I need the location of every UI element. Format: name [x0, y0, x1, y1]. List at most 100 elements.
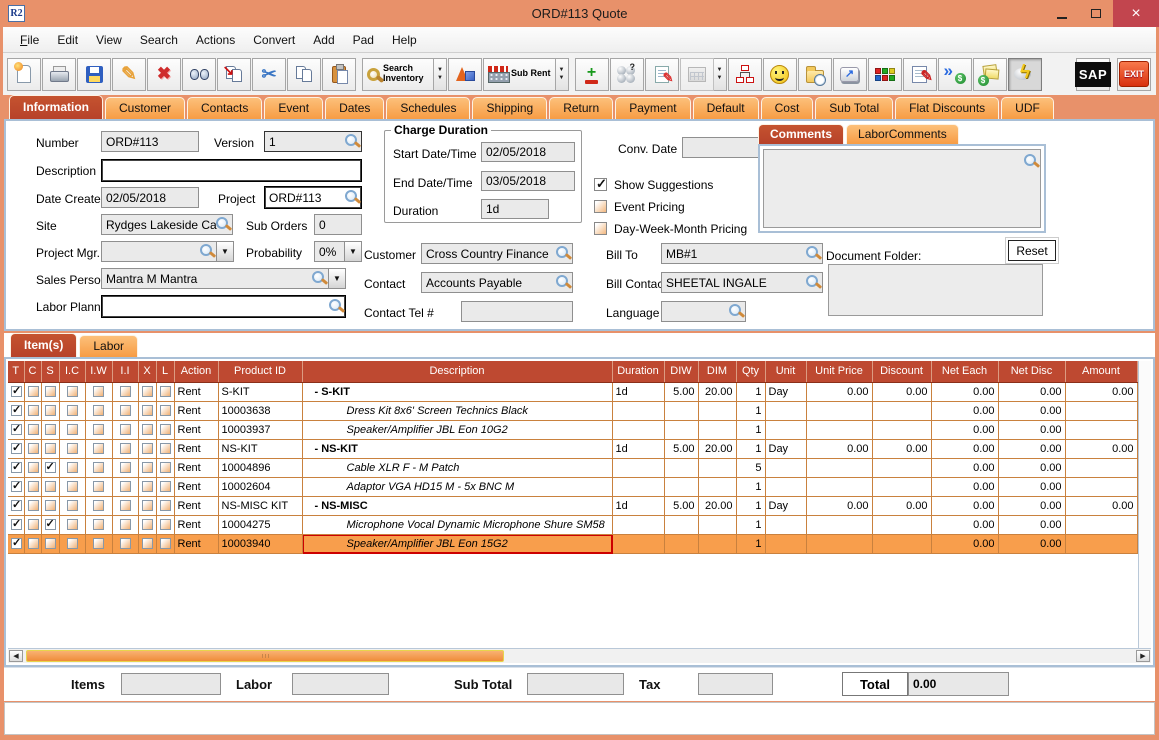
flag-checkbox[interactable]	[44, 405, 56, 416]
toolbar-find-button[interactable]	[182, 57, 216, 91]
cell-net-disc[interactable]: 0.00	[998, 420, 1066, 440]
tab-comments[interactable]: Comments	[758, 124, 845, 144]
flag-checkbox[interactable]	[93, 462, 104, 473]
toolbar-sub-rent-button[interactable]: Sub Rent	[483, 57, 556, 91]
cell-flag-l[interactable]	[156, 496, 175, 516]
flag-checkbox[interactable]	[11, 498, 22, 511]
cell-flag-t[interactable]	[8, 534, 25, 554]
table-row[interactable]: Rent10004275Microphone Vocal Dynamic Mic…	[8, 515, 1138, 535]
cell-description[interactable]: Speaker/Amplifier JBL Eon 15G2	[301, 533, 613, 554]
cell-flag-i-c[interactable]	[59, 439, 86, 459]
tab-cost[interactable]: Cost	[760, 97, 814, 119]
flag-checkbox[interactable]	[119, 481, 131, 492]
contact-field[interactable]: Accounts Payable	[421, 272, 573, 293]
search-icon[interactable]	[216, 216, 228, 229]
cell-duration[interactable]: 1d	[612, 439, 665, 459]
cell-flag-l[interactable]	[156, 439, 175, 459]
end-date-field[interactable]: 03/05/2018	[481, 171, 575, 191]
toolbar-file-history-button[interactable]	[797, 57, 832, 91]
search-icon[interactable]	[806, 274, 818, 287]
cell-flag-i-i[interactable]	[112, 496, 139, 516]
cell-flag-i-i[interactable]	[112, 439, 139, 459]
menu-file[interactable]: File	[11, 29, 48, 51]
cell-flag-t[interactable]	[8, 515, 25, 535]
cell-product-id[interactable]: 10003940	[218, 534, 303, 554]
column-header-i-c[interactable]: I.C	[59, 361, 86, 383]
cell-action[interactable]: Rent	[174, 420, 219, 440]
cell-amount[interactable]	[1065, 401, 1138, 421]
cell-amount[interactable]: 0.00	[1065, 382, 1138, 402]
flag-checkbox[interactable]	[27, 405, 39, 416]
cell-flag-s[interactable]	[41, 382, 60, 402]
cell-flag-i-w[interactable]	[85, 515, 113, 535]
comments-textarea[interactable]	[763, 149, 1041, 228]
cell-net-disc[interactable]: 0.00	[998, 401, 1066, 421]
bill-to-field[interactable]: MB#1	[661, 243, 823, 264]
cell-unit[interactable]: Day	[765, 439, 807, 459]
flag-checkbox[interactable]	[93, 519, 104, 530]
cell-unit-price[interactable]	[806, 477, 873, 497]
cell-diw[interactable]	[664, 515, 699, 535]
flag-checkbox[interactable]	[119, 386, 131, 397]
cell-product-id[interactable]: 10004896	[218, 458, 303, 478]
day-week-month-pricing-checkbox[interactable]	[594, 222, 607, 235]
cell-flag-i-i[interactable]	[112, 401, 139, 421]
cell-flag-c[interactable]	[24, 496, 42, 516]
cell-flag-x[interactable]	[138, 439, 157, 459]
maximize-button[interactable]	[1079, 0, 1113, 27]
cell-unit-price[interactable]	[806, 458, 873, 478]
flag-checkbox[interactable]	[66, 519, 78, 530]
toolbar-delete-button[interactable]: ✖	[147, 57, 181, 91]
cell-unit-price[interactable]	[806, 420, 873, 440]
column-header-i-i[interactable]: I.I	[112, 361, 139, 383]
cell-flag-l[interactable]	[156, 515, 175, 535]
table-row[interactable]: RentS-KIT- S-KIT1d5.0020.001Day0.000.000…	[8, 382, 1138, 402]
cell-flag-l[interactable]	[156, 382, 175, 402]
conv-date-field[interactable]	[682, 137, 768, 158]
flag-checkbox[interactable]	[44, 517, 56, 530]
cell-flag-x[interactable]	[138, 458, 157, 478]
cell-diw[interactable]	[664, 420, 699, 440]
flag-checkbox[interactable]	[141, 481, 153, 492]
flag-checkbox[interactable]	[44, 443, 56, 454]
column-header-i-w[interactable]: I.W	[85, 361, 113, 383]
cell-amount[interactable]	[1065, 420, 1138, 440]
cell-unit-price[interactable]	[806, 401, 873, 421]
column-header-dim[interactable]: DIM	[698, 361, 737, 383]
reset-button[interactable]: Reset	[1008, 240, 1056, 261]
cell-net-disc[interactable]: 0.00	[998, 534, 1066, 554]
cell-duration[interactable]	[612, 420, 665, 440]
cell-dim[interactable]	[698, 401, 737, 421]
cell-net-disc[interactable]: 0.00	[998, 382, 1066, 402]
cell-diw[interactable]	[664, 534, 699, 554]
cell-flag-t[interactable]	[8, 458, 25, 478]
cell-qty[interactable]: 1	[736, 439, 766, 459]
column-header-s[interactable]: S	[41, 361, 60, 383]
tab-event[interactable]: Event	[264, 97, 324, 119]
cell-product-id[interactable]: 10002604	[218, 477, 303, 497]
tab-laborcomments[interactable]: LaborComments	[846, 124, 959, 144]
cell-dim[interactable]	[698, 534, 737, 554]
flag-checkbox[interactable]	[11, 384, 22, 397]
flag-checkbox[interactable]	[119, 538, 131, 549]
toolbar-exit-button[interactable]: EXIT	[1117, 57, 1151, 91]
cell-product-id[interactable]: NS-MISC KIT	[218, 496, 303, 516]
cell-unit-price[interactable]: 0.00	[806, 439, 873, 459]
cell-net-each[interactable]: 0.00	[931, 534, 999, 554]
column-header-net-disc[interactable]: Net Disc	[998, 361, 1066, 383]
flag-checkbox[interactable]	[93, 386, 104, 397]
cell-description[interactable]: Speaker/Amplifier JBL Eon 10G2	[302, 420, 613, 440]
show-suggestions-checkbox[interactable]	[594, 176, 607, 192]
flag-checkbox[interactable]	[119, 500, 131, 511]
cell-flag-x[interactable]	[138, 477, 157, 497]
toolbar-exchange-dollar-button[interactable]: » $	[937, 57, 972, 91]
toolbar-quick-actions-button[interactable]: ϟ	[1007, 57, 1042, 91]
cell-unit[interactable]	[765, 534, 807, 554]
cell-qty[interactable]: 1	[736, 496, 766, 516]
menu-help[interactable]: Help	[383, 29, 426, 51]
toolbar-save-button[interactable]	[77, 57, 111, 91]
cell-net-each[interactable]: 0.00	[931, 401, 999, 421]
cell-dim[interactable]	[698, 420, 737, 440]
flag-checkbox[interactable]	[159, 500, 171, 511]
toolbar-cut-button[interactable]: ✂	[252, 57, 286, 91]
